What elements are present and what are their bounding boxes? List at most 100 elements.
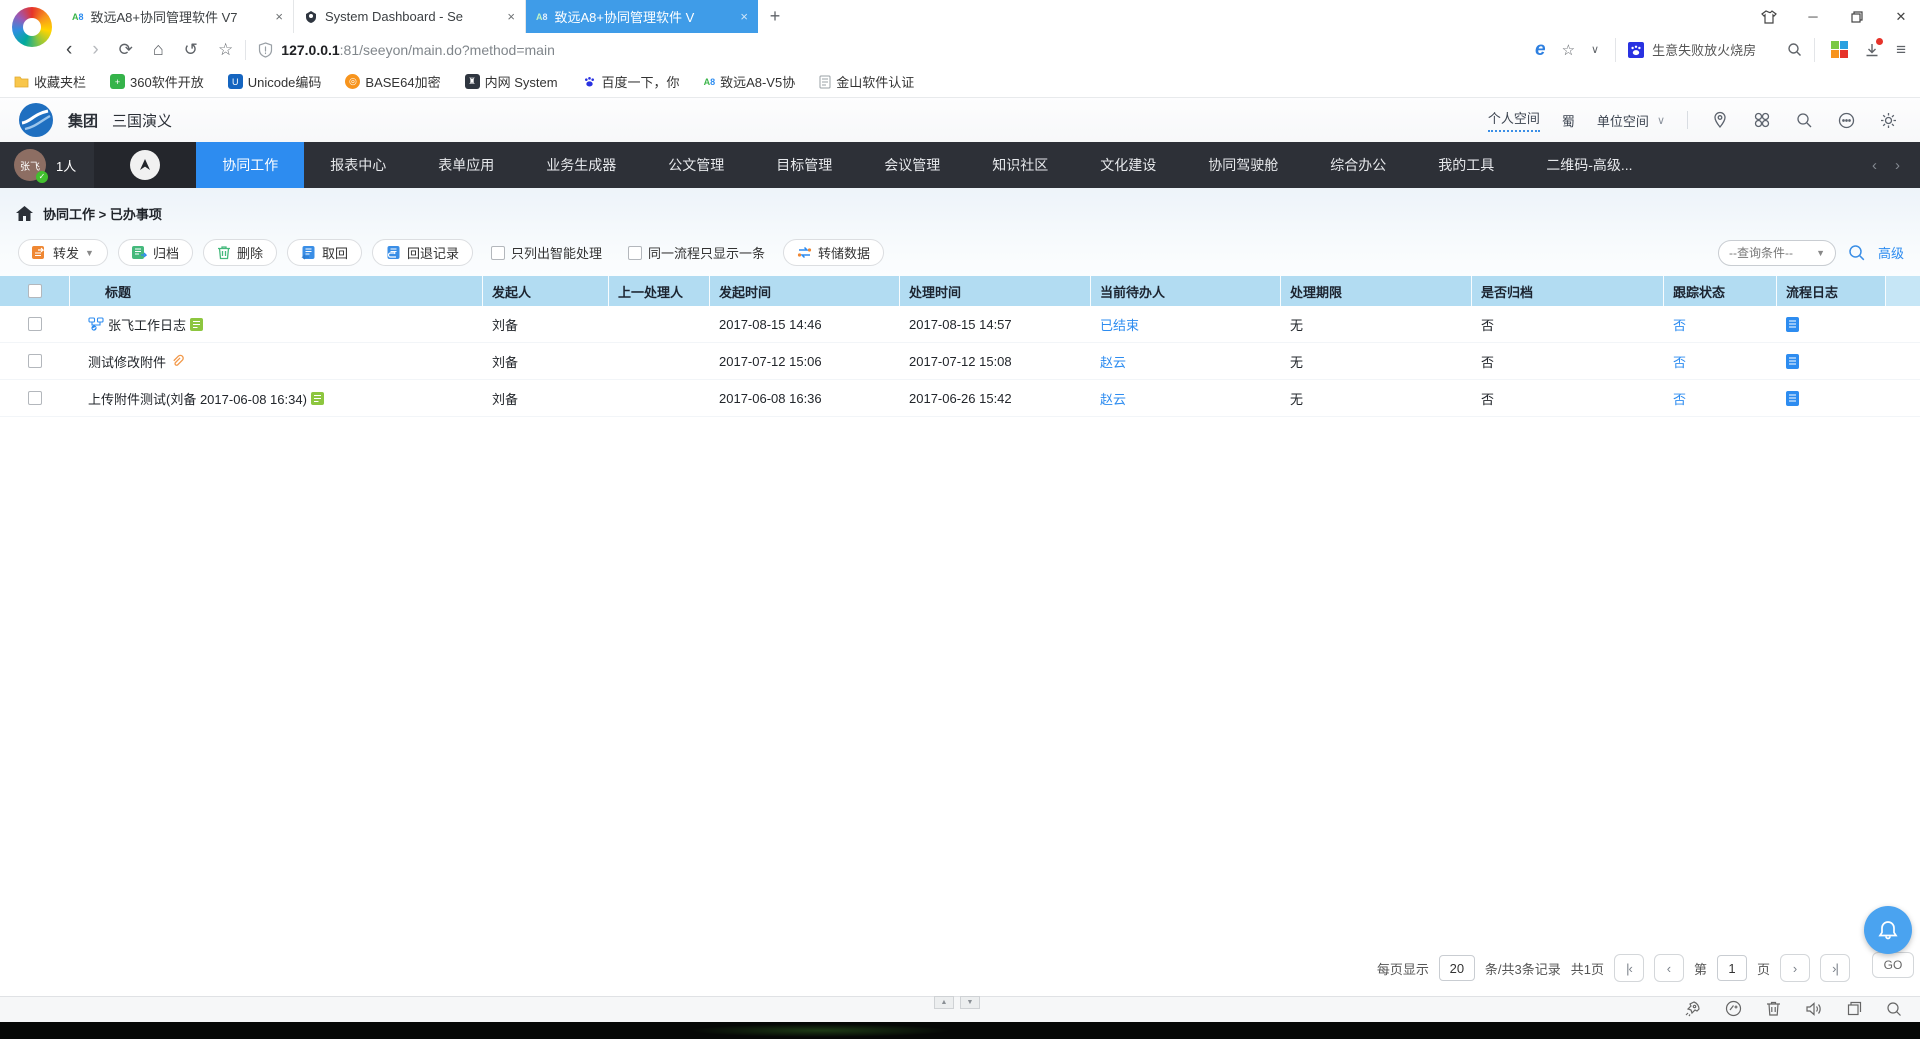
chevron-left-icon[interactable]: ‹	[1872, 157, 1877, 174]
dump-data-button[interactable]: 转储数据	[783, 239, 884, 266]
nav-item-tools[interactable]: 我的工具	[1412, 142, 1520, 188]
table-row[interactable]: 测试修改附件 刘备 2017-07-12 15:06 2017-07-12 15…	[0, 343, 1920, 380]
bookmark-baidu[interactable]: 百度一下，你	[582, 72, 680, 91]
row-checkbox[interactable]	[28, 391, 42, 405]
refresh-icon[interactable]: ⟳	[119, 40, 133, 60]
select-all-checkbox[interactable]	[28, 284, 42, 298]
single-flow-option[interactable]: 同一流程只显示一条	[628, 243, 765, 262]
nav-item-meeting[interactable]: 会议管理	[858, 142, 966, 188]
title-cell[interactable]: 张飞工作日志	[70, 306, 483, 342]
col-current-handler[interactable]: 当前待办人	[1091, 276, 1281, 306]
tab-system-dashboard[interactable]: System Dashboard - Se ×	[294, 0, 526, 33]
apps-icon[interactable]	[1752, 110, 1772, 130]
track-cell[interactable]: 否	[1664, 306, 1777, 342]
col-prev-handler[interactable]: 上一处理人	[609, 276, 710, 306]
smart-filter-option[interactable]: 只列出智能处理	[491, 243, 602, 262]
skin-icon[interactable]	[1760, 8, 1778, 26]
col-start-time[interactable]: 发起时间	[710, 276, 900, 306]
ie-mode-icon[interactable]: e	[1535, 39, 1546, 61]
page-input[interactable]: 1	[1717, 955, 1747, 981]
checkbox[interactable]	[628, 246, 642, 260]
home-icon[interactable]: ⌂	[153, 39, 164, 60]
nav-item-report[interactable]: 报表中心	[304, 142, 412, 188]
col-title[interactable]: 标题	[70, 276, 483, 306]
browser-search-box[interactable]: 生意失败放火烧房	[1615, 38, 1815, 62]
row-title[interactable]: 张飞工作日志	[108, 315, 186, 334]
seeyon-logo-icon[interactable]	[18, 102, 54, 138]
back-icon[interactable]: ‹	[66, 39, 72, 61]
gear-icon[interactable]	[1878, 110, 1898, 130]
dropdown-chevron-icon[interactable]: ∨	[1591, 43, 1599, 56]
close-tab-icon[interactable]: ×	[740, 9, 748, 24]
download-icon[interactable]	[1864, 42, 1880, 58]
col-flow-log[interactable]: 流程日志	[1777, 276, 1886, 306]
shield-icon[interactable]	[258, 42, 273, 58]
search-icon[interactable]	[1787, 42, 1802, 57]
bookmark-kingsoft[interactable]: 金山软件认证	[819, 72, 914, 91]
apps-grid-icon[interactable]	[1831, 41, 1848, 58]
col-archived[interactable]: 是否归档	[1472, 276, 1664, 306]
retrieve-button[interactable]: 取回	[287, 239, 362, 266]
flow-log-doc-icon[interactable]	[1786, 354, 1799, 369]
bookmark-folder[interactable]: 收藏夹栏	[14, 72, 86, 91]
close-window-icon[interactable]: ✕	[1892, 8, 1910, 26]
col-sender[interactable]: 发起人	[483, 276, 609, 306]
table-row[interactable]: 张飞工作日志 刘备 2017-08-15 14:46 2017-08-15 14…	[0, 306, 1920, 343]
nav-item-builder[interactable]: 业务生成器	[520, 142, 642, 188]
chevron-right-icon[interactable]: ›	[1895, 157, 1900, 174]
close-tab-icon[interactable]: ×	[507, 9, 515, 24]
bookmark-unicode[interactable]: U Unicode编码	[228, 72, 322, 91]
green-doc-icon[interactable]	[311, 392, 324, 405]
menu-icon[interactable]: ≡	[1896, 40, 1906, 60]
avatar[interactable]: 张飞 ✓	[14, 149, 46, 181]
forward-icon[interactable]: ›	[92, 39, 98, 61]
nav-item-collab[interactable]: 协同工作	[196, 142, 304, 188]
favorite-star-icon[interactable]: ☆	[218, 40, 233, 60]
restore-icon[interactable]	[1848, 8, 1866, 26]
nav-item-goal[interactable]: 目标管理	[750, 142, 858, 188]
title-cell[interactable]: 测试修改附件	[70, 343, 483, 379]
new-tab-button[interactable]: +	[758, 0, 792, 33]
nav-item-culture[interactable]: 文化建设	[1074, 142, 1182, 188]
row-title[interactable]: 上传附件测试(刘备 2017-06-08 16:34)	[88, 389, 307, 408]
bookmark-360[interactable]: + 360软件开放	[110, 72, 204, 91]
app-switch-block[interactable]	[94, 142, 196, 188]
close-tab-icon[interactable]: ×	[275, 9, 283, 24]
address-bar[interactable]: 127.0.0.1:81/seeyon/main.do?method=main	[258, 42, 1198, 58]
delete-button[interactable]: 删除	[203, 239, 277, 266]
tab-seeyon-1[interactable]: A8 致远A8+协同管理软件 V7 ×	[62, 0, 294, 33]
go-button[interactable]: GO	[1872, 952, 1914, 978]
user-block[interactable]: 张飞 ✓ 1人	[0, 142, 94, 188]
flow-log-doc-icon[interactable]	[1786, 391, 1799, 406]
row-title[interactable]: 测试修改附件	[88, 352, 166, 371]
paperclip-icon[interactable]	[170, 354, 184, 368]
nav-item-knowledge[interactable]: 知识社区	[966, 142, 1074, 188]
green-doc-icon[interactable]	[190, 318, 203, 331]
nav-item-qrcode[interactable]: 二维码-高级...	[1520, 142, 1658, 188]
row-checkbox[interactable]	[28, 354, 42, 368]
a8-compass-icon[interactable]	[130, 150, 160, 180]
home-icon[interactable]	[16, 206, 33, 221]
notification-bell-button[interactable]	[1864, 906, 1912, 954]
first-page-button[interactable]: |‹	[1614, 954, 1644, 982]
nav-item-cockpit[interactable]: 协同驾驶舱	[1182, 142, 1304, 188]
table-row[interactable]: 上传附件测试(刘备 2017-06-08 16:34) 刘备 2017-06-0…	[0, 380, 1920, 417]
window-restore-icon[interactable]	[1847, 1001, 1862, 1016]
current-handler-cell[interactable]: 赵云	[1091, 380, 1281, 416]
browser-logo-icon[interactable]	[12, 7, 52, 47]
row-checkbox[interactable]	[28, 317, 42, 331]
speaker-icon[interactable]	[1805, 1001, 1823, 1017]
col-handle-time[interactable]: 处理时间	[900, 276, 1091, 306]
bookmark-intranet[interactable]: ♜ 内网 System	[465, 72, 558, 91]
undo-icon[interactable]: ↺	[184, 40, 198, 60]
space-badge[interactable]: 蜀	[1562, 111, 1575, 130]
personal-space-link[interactable]: 个人空间	[1488, 108, 1540, 132]
minimize-icon[interactable]: ─	[1804, 8, 1822, 26]
forward-button[interactable]: 转发 ▼	[18, 239, 108, 266]
search-icon[interactable]	[1848, 244, 1866, 262]
prev-page-button[interactable]: ‹	[1654, 954, 1684, 982]
url-text[interactable]: 127.0.0.1:81/seeyon/main.do?method=main	[281, 42, 555, 58]
chevron-down-icon[interactable]: ∨	[1657, 114, 1665, 127]
col-deadline[interactable]: 处理期限	[1281, 276, 1472, 306]
track-cell[interactable]: 否	[1664, 343, 1777, 379]
